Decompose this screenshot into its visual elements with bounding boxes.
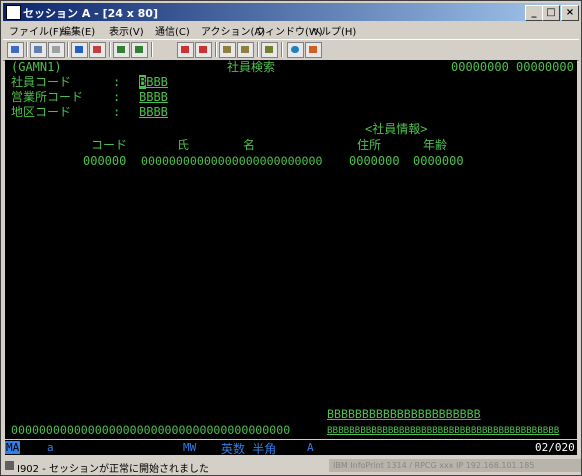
header-last-name: 氏 [177,138,190,152]
keymap-icon[interactable] [305,42,322,58]
paste-icon[interactable] [48,42,65,58]
globe-icon[interactable] [287,42,304,58]
close-button[interactable]: × [561,5,579,21]
program-id: (GAMN1) [11,60,62,74]
copy-icon[interactable] [30,42,47,58]
macro-record-icon[interactable] [177,42,194,58]
window-title: セッション A - [24 x 80] [23,7,158,20]
oia-a2: A [307,441,314,454]
send-icon[interactable] [71,42,88,58]
display-icon[interactable] [113,42,130,58]
clipboard-icon[interactable] [261,42,278,58]
screen-title: 社員検索 [227,60,276,74]
menu-help[interactable]: ヘルプ(H) [311,23,356,38]
menu-view[interactable]: 表示(V) [109,23,144,38]
app-icon[interactable] [6,5,21,20]
label-employee-code: 社員コード [11,75,72,89]
macro-stop-icon[interactable] [195,42,212,58]
district-code-input[interactable]: BBBB [139,106,168,119]
header-code: コード [91,138,128,152]
employee-code-input[interactable]: BBBB [139,75,168,89]
header-age: 年齢 [423,138,448,152]
cursor-position: 02/020 [535,441,575,454]
menu-communication[interactable]: 通信(C) [155,23,190,38]
menu-edit[interactable]: 編集(E) [61,23,95,38]
menu-bar: ファイル(F) 編集(E) 表示(V) 通信(C) アクション(A) ウィンドウ… [3,22,579,38]
host-info: IBM InfoPrint 1314 / RPCG xxx IP 192.168… [329,459,581,472]
header-address: 住所 [357,138,382,152]
oia-a: a [47,441,54,454]
print-icon[interactable] [7,42,24,58]
status-message: I902 - セッションが正常に開始されました [17,464,210,475]
macro-play-icon[interactable] [219,42,236,58]
maximize-button[interactable]: □ [542,5,560,21]
sep-colon: : [113,105,121,119]
row-age: 0000000 [413,154,464,168]
terminal-screen[interactable]: (GAMN1) 社員検索 00000000 00000000 社員コード : B… [5,60,577,439]
top-right-value: 00000000 00000000 [451,60,574,74]
display-setup-icon[interactable] [131,42,148,58]
sep-colon: : [113,75,121,89]
emulator-window: セッション A - [24 x 80] _ □ × ファイル(F) 編集(E) … [0,0,582,476]
operator-info-area: MA a MW 英数 半角 A 02/020 [5,440,577,455]
oia-ma: MA [5,441,21,454]
office-code-input[interactable]: BBBB [139,91,168,104]
bottom-zeros: 0000000000000000000000000000000000000000 [11,423,291,437]
title-bar[interactable]: セッション A - [24 x 80] _ □ × [3,3,579,21]
sep-colon: : [113,90,121,104]
header-first-name: 名 [243,138,256,152]
row-code: 000000 [83,154,127,168]
status-bar: I902 - セッションが正常に開始されました IBM InfoPrint 13… [3,457,581,475]
bottom-input-1[interactable]: BBBBBBBBBBBBBBBBBBBBBB [327,408,481,421]
row-name: 00000000000000000000000000 [141,154,323,168]
label-district-code: 地区コード [11,105,72,119]
minimize-button[interactable]: _ [525,5,543,21]
macro-pause-icon[interactable] [237,42,254,58]
oia-input-mode: 英数 半角 [221,442,277,455]
section-heading: <社員情報> [365,122,428,136]
menu-file[interactable]: ファイル(F) [9,23,63,38]
bottom-input-2[interactable]: BBBBBBBBBBBBBBBBBBBBBBBBBBBBBBBBBBBBBBBB… [327,424,559,437]
label-office-code: 営業所コード [11,90,84,104]
row-address: 0000000 [349,154,400,168]
session-status-icon [5,461,14,470]
oia-mw: MW [183,441,197,454]
toolbar [3,39,579,61]
receive-icon[interactable] [89,42,106,58]
